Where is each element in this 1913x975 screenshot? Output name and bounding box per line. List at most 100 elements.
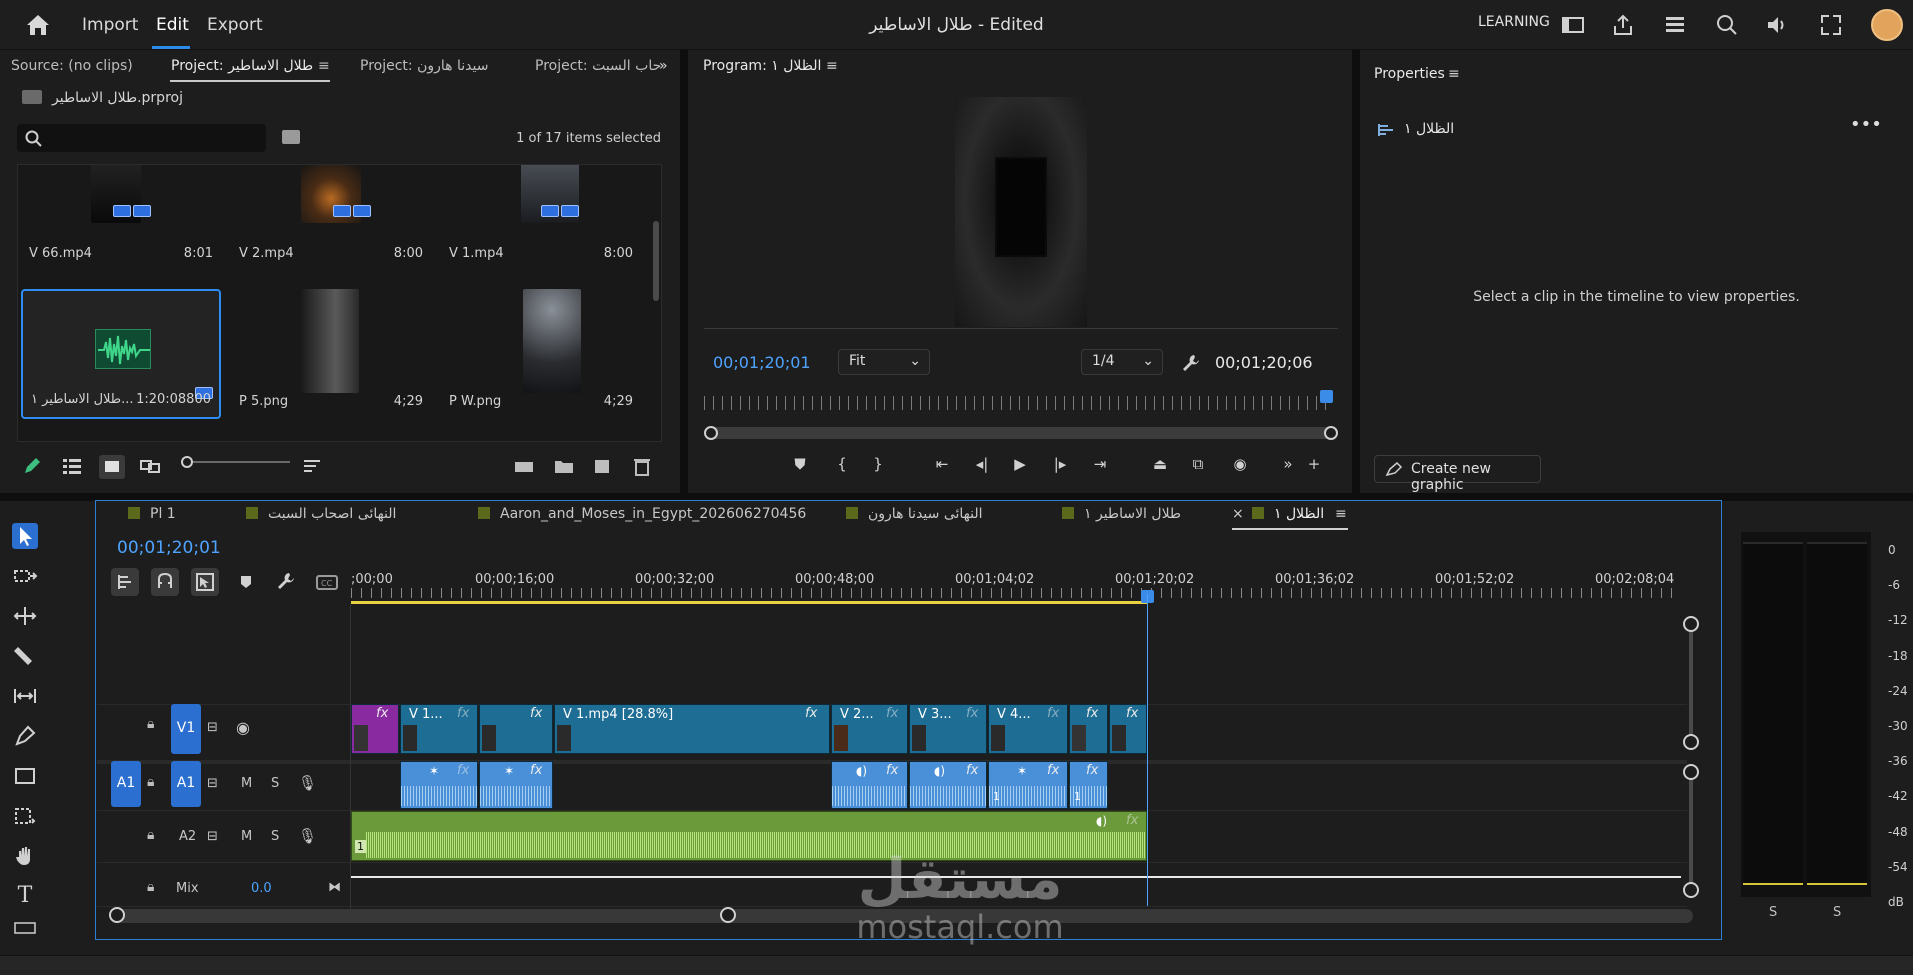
tab-project-main[interactable]: Project: طلال الاساطير (171, 58, 313, 74)
solo-channel-left[interactable]: S (1769, 905, 1777, 920)
mix-jump-icon[interactable]: ⧓ (328, 880, 341, 895)
work-area-bar[interactable] (351, 601, 1147, 604)
scroll-knob[interactable] (1683, 764, 1699, 780)
scroll-start-knob[interactable] (704, 426, 718, 440)
step-forward-icon[interactable]: |▸ (1048, 455, 1072, 477)
panel-menu-icon[interactable]: ≡ (1448, 66, 1460, 82)
tab-project-haroun[interactable]: Project: سيدنا هارون (360, 58, 488, 74)
generative-extend-tool-icon[interactable] (12, 803, 38, 829)
panel-menu-icon[interactable]: ≡ (1335, 506, 1347, 522)
ripple-edit-tool-icon[interactable] (12, 603, 38, 629)
solo-button[interactable]: S (271, 776, 279, 791)
timeline-tab[interactable]: النهائى سيدنا هارون (846, 506, 982, 522)
hand-tool-icon[interactable] (12, 843, 38, 869)
new-search-bin-icon[interactable] (282, 130, 300, 144)
audio-clip[interactable]: ✶ fx (479, 761, 553, 809)
timeline-tab[interactable]: النهائى اصحاب السبت (246, 506, 396, 522)
video-clip[interactable]: fx (351, 704, 399, 754)
scroll-end-knob[interactable] (1324, 426, 1338, 440)
scroll-knob[interactable] (720, 907, 736, 923)
automate-to-sequence-icon[interactable] (513, 455, 535, 477)
properties-title[interactable]: Properties (1374, 66, 1445, 82)
program-playhead[interactable] (1320, 390, 1333, 403)
mark-in-icon[interactable]: { (830, 455, 854, 477)
menu-import[interactable]: Import (82, 15, 138, 35)
resolution-dropdown[interactable]: 1/4 ⌄ (1081, 349, 1163, 375)
panel-divider[interactable] (1352, 50, 1360, 495)
lock-icon[interactable]: 🔒︎ (147, 774, 154, 790)
pen-tool-icon[interactable] (12, 723, 38, 749)
video-clip[interactable]: V 1... fx (400, 704, 478, 754)
sync-lock-icon[interactable]: ⊟ (207, 829, 218, 844)
audio-clip[interactable]: ✶ fx (400, 761, 478, 809)
zoom-slider[interactable] (181, 456, 290, 468)
new-item-icon[interactable] (591, 455, 613, 477)
more-tabs-icon[interactable]: » (659, 58, 668, 74)
track-a1-toggle[interactable]: A1 (171, 761, 201, 807)
video-clip[interactable]: fx (1069, 704, 1108, 754)
scroll-knob[interactable] (109, 907, 125, 923)
queue-icon[interactable] (1662, 12, 1688, 38)
linked-selection-icon[interactable] (191, 568, 219, 596)
source-a1-patch[interactable]: A1 (111, 761, 141, 807)
menu-edit[interactable]: Edit (156, 15, 189, 35)
insert-nest-icon[interactable] (111, 568, 139, 596)
audio-clip[interactable]: ✶fx1 (988, 761, 1068, 809)
program-time-ruler[interactable] (704, 396, 1330, 410)
panel-divider[interactable] (680, 50, 688, 495)
add-marker-icon[interactable]: ⛊ (788, 455, 812, 477)
export-frame-icon[interactable]: ◉ (1228, 455, 1252, 477)
track-select-tool-icon[interactable] (12, 563, 38, 589)
workspace-label[interactable]: LEARNING (1478, 14, 1550, 30)
home-icon[interactable] (24, 13, 52, 37)
volume-icon[interactable] (1764, 12, 1790, 38)
microphone-icon[interactable]: 🎙︎ (298, 774, 317, 792)
go-to-in-icon[interactable]: ⇤ (930, 455, 954, 477)
microphone-icon[interactable]: 🎙︎ (298, 827, 317, 845)
video-clip[interactable]: V 4... fx (988, 704, 1068, 754)
lock-icon[interactable]: 🔒︎ (147, 879, 154, 895)
fullscreen-icon[interactable] (1818, 12, 1844, 38)
mark-out-icon[interactable]: } (866, 455, 890, 477)
audio-clip[interactable]: ◖) fx (909, 761, 987, 809)
icon-view-icon[interactable] (99, 455, 125, 479)
scroll-knob[interactable] (1683, 882, 1699, 898)
rectangle-tool-icon[interactable] (12, 763, 38, 789)
search-input[interactable] (17, 124, 266, 152)
timeline-tab[interactable]: Pl 1 (128, 506, 176, 522)
snap-magnet-icon[interactable] (151, 568, 179, 596)
mix-volume-value[interactable]: 0.0 (251, 881, 272, 896)
program-current-timecode[interactable]: 00;01;20;01 (713, 353, 811, 372)
menu-export[interactable]: Export (207, 15, 263, 35)
slip-tool-icon[interactable] (12, 683, 38, 709)
audio-clip[interactable]: fx1 (1069, 761, 1108, 809)
eye-icon[interactable]: ◉ (236, 718, 250, 737)
timeline-tab[interactable]: Aaron_and_Moses_in_Egypt_202606270456 (478, 506, 806, 522)
trash-icon[interactable] (631, 455, 653, 477)
video-clip[interactable]: fx (479, 704, 553, 754)
video-clip[interactable]: V 1.mp4 [28.8%] fx (554, 704, 830, 754)
track-a2-label[interactable]: A2 (179, 829, 196, 844)
more-tools-icon[interactable] (12, 921, 38, 935)
bin-item[interactable]: V 1.mp4 8:00 (441, 165, 641, 271)
video-clip[interactable]: fx (1109, 704, 1147, 754)
bin-item-selected[interactable]: طلال الاساطير ١... 1:20:08800 (21, 289, 221, 419)
user-avatar[interactable] (1871, 9, 1903, 41)
mute-button[interactable]: M (241, 829, 252, 844)
create-new-graphic-button[interactable]: Create new graphic (1374, 455, 1541, 493)
panel-layout-icon[interactable] (1560, 12, 1586, 38)
sync-lock-icon[interactable]: ⊟ (207, 776, 218, 791)
scroll-knob[interactable] (1683, 734, 1699, 750)
timeline-tab[interactable]: طلال الاساطير ١ (1062, 506, 1181, 522)
panel-menu-icon[interactable]: ≡ (318, 58, 330, 74)
freeform-view-icon[interactable] (139, 455, 161, 477)
wrench-icon[interactable] (1180, 352, 1202, 374)
step-back-icon[interactable]: ◂| (970, 455, 994, 477)
timeline-current-timecode[interactable]: 00;01;20;01 (117, 538, 221, 558)
new-bin-icon[interactable] (553, 455, 575, 477)
video-clip[interactable]: V 2... fx (831, 704, 908, 754)
bin-item[interactable]: V 2.mp4 8:00 (231, 165, 431, 271)
solo-button[interactable]: S (271, 829, 279, 844)
video-clip[interactable]: V 3... fx (909, 704, 987, 754)
extract-icon[interactable]: ⧉ (1186, 455, 1210, 477)
